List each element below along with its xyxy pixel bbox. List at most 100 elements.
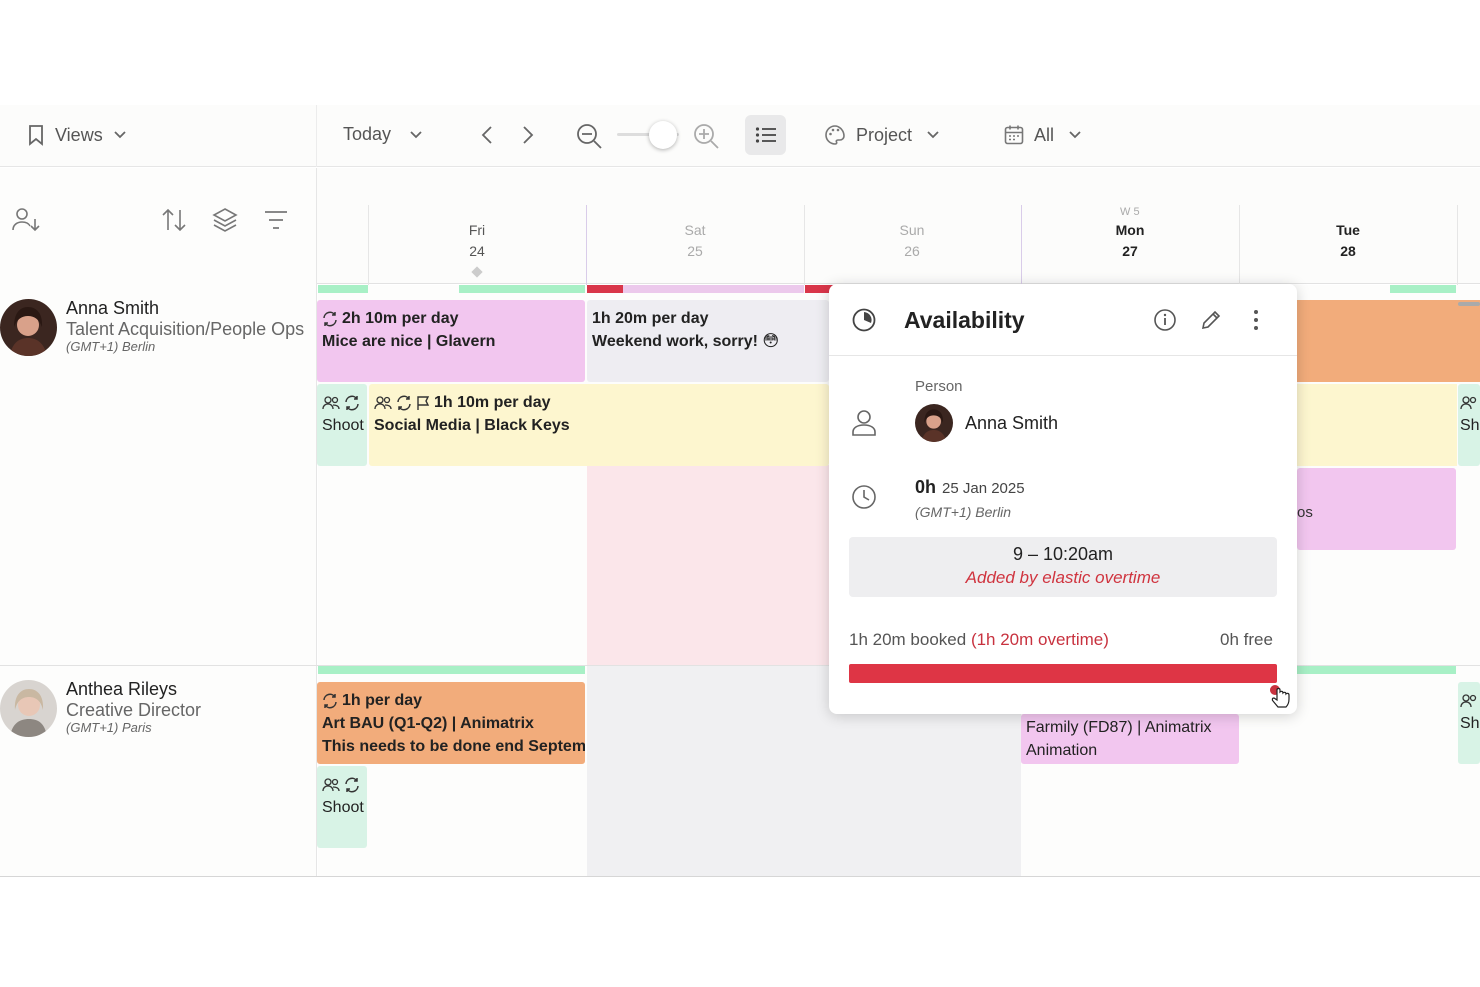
person-sort-icon [12,207,42,233]
avatar [915,404,953,442]
person-timezone: (GMT+1) Paris [66,720,152,735]
availability-bar [1297,666,1456,674]
repeat-icon [344,395,360,411]
booking-project: Shoot [322,799,364,816]
booking-card[interactable]: 1h 10m per day Social Media | Black Keys [369,384,829,466]
more-options-button[interactable] [1247,308,1265,332]
sort-button[interactable] [161,207,187,233]
clock-icon [851,484,877,510]
booking-hours: 1h 10m per day [374,392,825,414]
info-button[interactable] [1153,308,1177,332]
previous-button[interactable] [480,124,494,146]
add-person-button[interactable] [12,207,42,233]
availability-bar [459,285,585,293]
person-name: Anthea Rileys [66,679,178,699]
booking-icons [1460,690,1477,712]
more-vertical-icon [1247,308,1265,332]
calendar-icon [1004,124,1024,146]
availability-icon [851,307,877,333]
booking-card[interactable] [1297,300,1480,382]
list-icon [755,126,777,144]
popover-person-name[interactable]: Anna Smith [965,413,1058,434]
person-row-anna[interactable]: Anna Smith Talent Acquisition/People Ops… [0,296,317,366]
day-name: Tue [1336,222,1360,238]
booking-hours: 2h 10m per day [322,308,581,330]
all-label: All [1034,124,1055,145]
zoom-out-icon [575,122,603,150]
person-role: Creative Director [66,700,202,720]
booking-card[interactable]: Farmily (FD87) | Animatrix Animation [1021,714,1239,764]
booking-card[interactable]: Sh [1458,682,1480,764]
views-dropdown[interactable]: Views [27,124,127,146]
zoom-out-button[interactable] [575,122,603,150]
booking-hours: 1h 20m per day [592,310,709,327]
booking-icons [322,774,363,796]
zoom-in-icon [692,122,720,150]
views-label: Views [55,124,103,145]
person-timezone: (GMT+1) Berlin [66,339,156,354]
booking-note: This needs to be done end Septemb [322,738,585,755]
popover-divider [829,355,1297,356]
booking-hours-text: 2h 10m per day [342,310,459,327]
day-header-mon: Mon 27 [1070,222,1190,259]
repeat-icon [322,693,338,709]
booking-card[interactable]: os [1297,468,1456,550]
project-color-dropdown[interactable]: Project [824,124,940,146]
filter-button[interactable] [263,208,289,232]
booking-bar [623,285,804,293]
list-view-button[interactable] [745,115,786,155]
person-icon [851,409,877,437]
day-header-tue: Tue 28 [1288,222,1408,259]
day-name: Fri [468,222,486,238]
person-row-anthea[interactable]: Anthea Rileys Creative Director (GMT+1) … [0,677,317,747]
day-date: 24 [469,243,485,259]
booking-project: Art BAU (Q1-Q2) | Animatrix [322,715,534,732]
palette-icon [824,124,846,146]
person-label: Person [915,378,963,395]
day-name: Mon [1115,222,1145,238]
cursor-hand-icon [1269,684,1291,710]
resize-handle[interactable] [1458,302,1480,306]
zoom-slider-handle[interactable] [649,121,677,149]
next-button[interactable] [521,124,535,146]
chevron-left-icon [480,124,494,146]
booking-hours-text: 1h per day [342,692,423,709]
date-filter-dropdown[interactable]: All [1004,124,1082,146]
sort-arrows-icon [161,207,187,233]
flag-icon [416,395,430,411]
day-date: 25 [687,243,703,259]
users-icon [322,778,340,792]
booking-card[interactable]: Shoot [317,766,367,848]
overtime-bar [587,285,623,293]
today-dropdown[interactable]: Today [343,124,423,145]
group-button[interactable] [212,207,238,233]
chevron-right-icon [521,124,535,146]
day-header-sun: Sun 26 [852,222,972,259]
day-header-fri: Fri 24 [417,222,537,259]
chevron-down-icon [1068,130,1082,140]
weekend-overtime-cell [587,465,829,665]
booking-card[interactable]: Sh [1458,384,1480,466]
toolbar: Views Today Project All [0,105,1480,167]
booking-card[interactable]: Shoot [317,384,367,466]
time-slot[interactable]: 9 – 10:20am Added by elastic overtime [849,537,1277,597]
booking-project: Shoot [322,417,364,434]
chevron-down-icon [926,130,940,140]
time-note: Added by elastic overtime [965,568,1161,587]
zoom-in-button[interactable] [692,122,720,150]
availability-popover: Availability Person Anna Smith 0h 25 Jan… [829,284,1297,714]
booking-card[interactable]: 2h 10m per day Mice are nice | Glavern [317,300,585,382]
booking-card[interactable] [1297,384,1457,466]
repeat-icon [344,777,360,793]
edit-button[interactable] [1199,308,1223,332]
booked-progress-bar [849,664,1277,683]
pencil-icon [1199,308,1223,332]
day-name: Sat [684,222,706,238]
repeat-icon [322,311,338,327]
day-date: 27 [1122,243,1138,259]
toolbar-left: Views [0,105,317,167]
booking-card[interactable]: 1h 20m per day Weekend work, sorry! 😳 [587,300,829,382]
availability-bar [1390,285,1456,293]
booking-card[interactable]: 1h per day Art BAU (Q1-Q2) | Animatrix T… [317,682,585,764]
week-label: W 5 [1120,206,1140,218]
